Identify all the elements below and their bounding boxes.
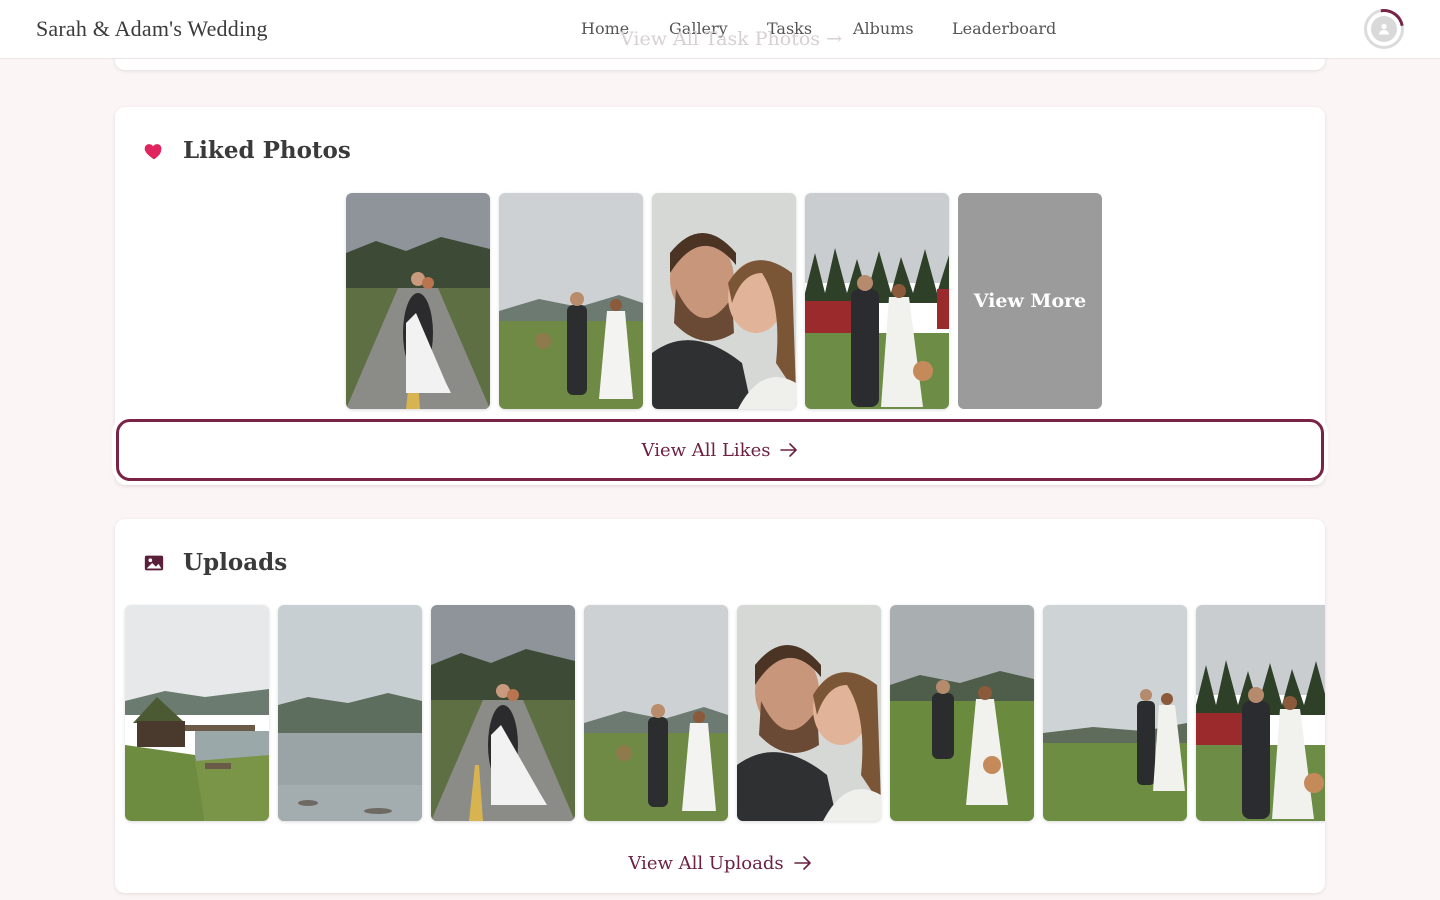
nav-home[interactable]: Home	[581, 19, 629, 38]
upload-photo-5[interactable]	[737, 605, 881, 821]
upload-photo-6[interactable]	[890, 605, 1034, 821]
view-all-uploads-link[interactable]: View All Uploads	[115, 849, 1325, 877]
nav-gallery[interactable]: Gallery	[669, 19, 728, 38]
upload-photo-4[interactable]	[584, 605, 728, 821]
uploads-card: Uploads View All Uploads	[115, 519, 1325, 893]
nav-leaderboard[interactable]: Leaderboard	[952, 19, 1056, 38]
liked-photo-1[interactable]	[346, 193, 490, 409]
top-navigation-bar: Sarah & Adam's Wedding Home Gallery Task…	[0, 0, 1440, 59]
user-avatar-button[interactable]	[1364, 9, 1404, 49]
arrow-right-icon	[780, 443, 798, 457]
view-all-likes-button[interactable]: View All Likes	[116, 419, 1324, 481]
view-all-likes-label: View All Likes	[641, 439, 771, 461]
liked-photo-2[interactable]	[499, 193, 643, 409]
uploads-title: Uploads	[183, 549, 288, 576]
upload-photo-8[interactable]	[1196, 605, 1325, 821]
liked-photo-3[interactable]	[652, 193, 796, 409]
upload-photo-7[interactable]	[1043, 605, 1187, 821]
liked-photos-title: Liked Photos	[183, 137, 351, 164]
view-all-uploads-label: View All Uploads	[628, 852, 784, 874]
nav-tasks[interactable]: Tasks	[767, 19, 812, 38]
heart-icon	[144, 144, 162, 160]
image-icon	[144, 555, 164, 571]
liked-photo-4[interactable]	[805, 193, 949, 409]
view-more-tile[interactable]: View More	[958, 193, 1102, 409]
upload-photo-1[interactable]	[125, 605, 269, 821]
user-avatar-icon	[1371, 16, 1397, 42]
upload-photo-2[interactable]	[278, 605, 422, 821]
main-nav: Home Gallery Tasks Albums Leaderboard	[0, 19, 1440, 43]
arrow-right-icon	[793, 856, 811, 870]
nav-albums[interactable]: Albums	[853, 19, 914, 38]
upload-photo-3[interactable]	[431, 605, 575, 821]
